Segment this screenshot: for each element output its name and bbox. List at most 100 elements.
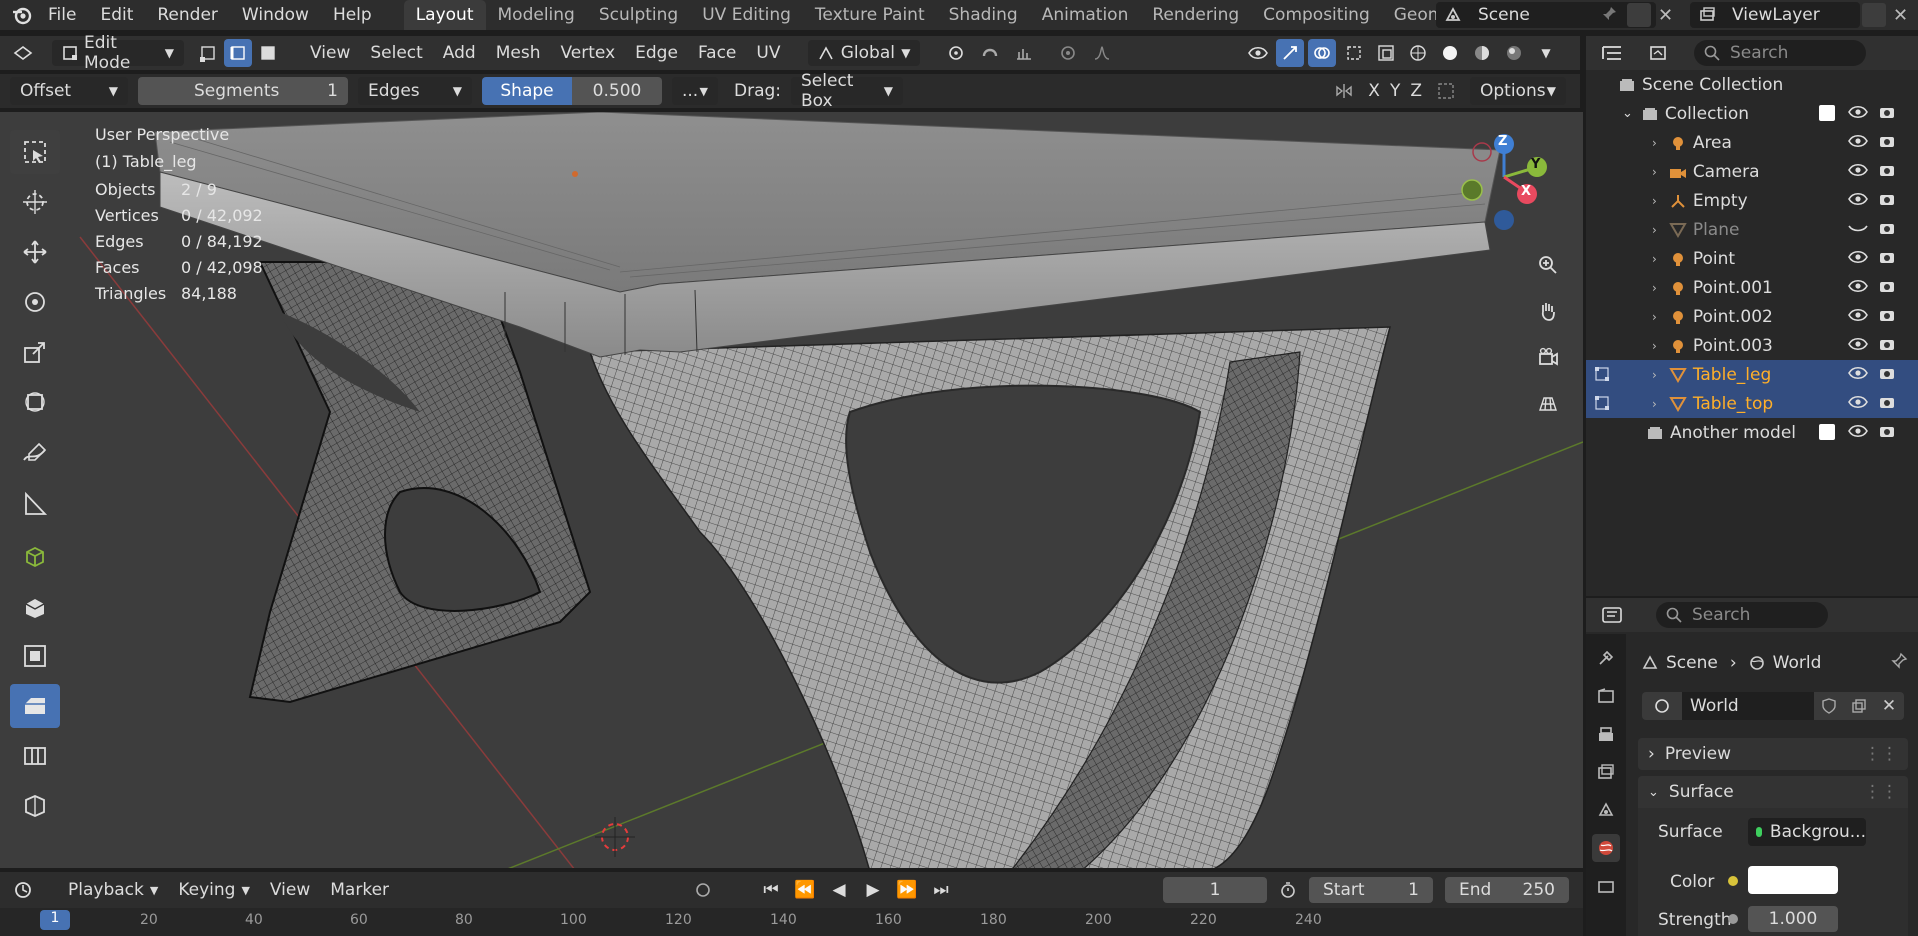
tab-compositing[interactable]: Compositing <box>1251 0 1382 30</box>
properties-search[interactable]: Search <box>1656 602 1828 628</box>
bevel-tool[interactable] <box>10 684 60 728</box>
extrude-tool[interactable] <box>10 584 60 628</box>
inset-tool[interactable] <box>10 634 60 678</box>
camera-icon[interactable] <box>1878 423 1898 443</box>
start-frame-field[interactable]: Start 1 <box>1309 877 1433 903</box>
world-selector[interactable]: World ✕ <box>1642 692 1906 720</box>
menu-edit[interactable]: Edit <box>88 0 145 30</box>
visibility-eye-icon[interactable] <box>1244 39 1272 67</box>
loop-cut-tool[interactable] <box>10 734 60 778</box>
mesh-edit-overlay-icon[interactable] <box>1340 39 1368 67</box>
scene-tab-icon[interactable] <box>1592 796 1620 824</box>
gizmo-toggle-icon[interactable] <box>1276 39 1304 67</box>
eye-icon[interactable] <box>1848 423 1868 443</box>
edit-mode-indicator-icon[interactable] <box>1594 366 1612 382</box>
drag-handle-icon[interactable]: ⋮⋮ <box>1864 782 1898 802</box>
play-icon[interactable]: ▶ <box>859 876 887 904</box>
axis-x-toggle[interactable]: X <box>1368 81 1380 101</box>
outliner-item[interactable]: › Camera <box>1586 157 1918 186</box>
chevron-right-icon[interactable]: › <box>1652 310 1657 324</box>
outliner-item[interactable]: › Plane <box>1586 215 1918 244</box>
properties-type-icon[interactable] <box>1598 601 1626 629</box>
menu-uv[interactable]: UV <box>746 39 790 67</box>
chevron-down-icon[interactable]: ⌄ <box>1622 106 1633 121</box>
axis-z-toggle[interactable]: Z <box>1410 81 1422 101</box>
eye-icon[interactable] <box>1848 133 1868 153</box>
chevron-right-icon[interactable]: › <box>1652 339 1657 353</box>
eye-icon[interactable] <box>1848 191 1868 211</box>
menu-view-timeline[interactable]: View <box>260 876 320 904</box>
menu-edge[interactable]: Edge <box>625 39 688 67</box>
snap-target-icon[interactable] <box>1010 39 1038 67</box>
offset-dropdown[interactable]: Offset ▼ <box>10 77 128 105</box>
menu-view[interactable]: View <box>300 39 360 67</box>
menu-add[interactable]: Add <box>433 39 486 67</box>
shape-toggle[interactable]: Shape <box>482 77 572 105</box>
menu-mesh[interactable]: Mesh <box>486 39 551 67</box>
select-box-tool[interactable] <box>10 130 60 174</box>
another-model-row[interactable]: Another model <box>1586 418 1918 447</box>
camera-icon[interactable] <box>1878 307 1898 327</box>
fake-user-shield-icon[interactable] <box>1814 692 1844 720</box>
chevron-right-icon[interactable]: › <box>1652 136 1657 150</box>
camera-icon[interactable] <box>1878 220 1898 240</box>
axis-y-toggle[interactable]: Y <box>1390 81 1400 101</box>
eye-icon[interactable] <box>1848 162 1868 182</box>
timeline-ruler[interactable]: 1 20 40 60 80 100 120 140 160 180 200 220 240 <box>0 908 1583 936</box>
camera-icon[interactable] <box>1878 133 1898 153</box>
preview-panel-header[interactable]: › Preview ⋮⋮ <box>1638 738 1908 770</box>
more-options-dropdown[interactable]: ... ▼ <box>672 77 718 105</box>
stopwatch-icon[interactable] <box>1279 881 1297 899</box>
pin-icon[interactable] <box>1600 5 1618 23</box>
unlink-icon[interactable]: ✕ <box>1874 692 1904 720</box>
shape-value-field[interactable]: 0.500 <box>572 77 662 105</box>
menu-keying[interactable]: Keying ▼ <box>168 876 260 904</box>
navigation-gizmo[interactable]: Z Y X <box>1450 122 1560 242</box>
close-icon[interactable]: ✕ <box>1658 5 1673 26</box>
tab-uv-editing[interactable]: UV Editing <box>690 0 803 30</box>
cursor-tool[interactable] <box>10 180 60 224</box>
eye-icon[interactable] <box>1848 278 1868 298</box>
tab-modeling[interactable]: Modeling <box>486 0 587 30</box>
display-mode-icon[interactable] <box>1646 39 1674 67</box>
tab-animation[interactable]: Animation <box>1030 0 1141 30</box>
tab-texture-paint[interactable]: Texture Paint <box>803 0 937 30</box>
camera-icon[interactable] <box>1878 278 1898 298</box>
checkbox-icon[interactable] <box>1819 424 1835 440</box>
scale-tool[interactable] <box>10 330 60 374</box>
menu-file[interactable]: File <box>36 0 88 30</box>
camera-icon[interactable] <box>1878 394 1898 414</box>
options-dropdown[interactable]: Options ▼ <box>1470 77 1566 105</box>
camera-icon[interactable] <box>1878 162 1898 182</box>
chevron-right-icon[interactable]: › <box>1652 194 1657 208</box>
auto-keying-icon[interactable] <box>689 876 717 904</box>
close-view-layer-icon[interactable]: ✕ <box>1893 5 1908 26</box>
pan-hand-icon[interactable] <box>1530 293 1566 329</box>
surface-panel-header[interactable]: ⌄ Surface ⋮⋮ <box>1638 776 1908 808</box>
eye-icon[interactable] <box>1848 394 1868 414</box>
jump-end-icon[interactable]: ⏭ <box>927 876 955 904</box>
strength-field[interactable]: 1.000 <box>1748 906 1838 932</box>
tab-layout[interactable]: Layout <box>403 0 486 30</box>
overlays-icon[interactable] <box>1308 39 1336 67</box>
ortho-grid-icon[interactable] <box>1530 385 1566 421</box>
snap-icon[interactable] <box>976 39 1004 67</box>
wireframe-shading-icon[interactable] <box>1404 39 1432 67</box>
chevron-right-icon[interactable]: › <box>1652 223 1657 237</box>
render-tab-icon[interactable] <box>1592 682 1620 710</box>
measure-tool[interactable] <box>10 482 60 526</box>
surface-shader-field[interactable]: Backgrou... <box>1748 818 1866 846</box>
outliner-type-icon[interactable] <box>1598 39 1626 67</box>
drag-handle-icon[interactable]: ⋮⋮ <box>1864 744 1898 764</box>
mirror-icon[interactable] <box>1330 77 1358 105</box>
prev-keyframe-icon[interactable]: ⏪ <box>791 876 819 904</box>
menu-help[interactable]: Help <box>321 0 384 30</box>
proportional-edit-icon[interactable] <box>1054 39 1082 67</box>
playhead[interactable]: 1 <box>40 910 70 930</box>
outliner-item[interactable]: › Point <box>1586 244 1918 273</box>
eye-icon[interactable] <box>1848 220 1868 240</box>
pivot-point-icon[interactable] <box>942 39 970 67</box>
xray-icon[interactable] <box>1372 39 1400 67</box>
tab-rendering[interactable]: Rendering <box>1140 0 1251 30</box>
chevron-right-icon[interactable]: › <box>1652 252 1657 266</box>
